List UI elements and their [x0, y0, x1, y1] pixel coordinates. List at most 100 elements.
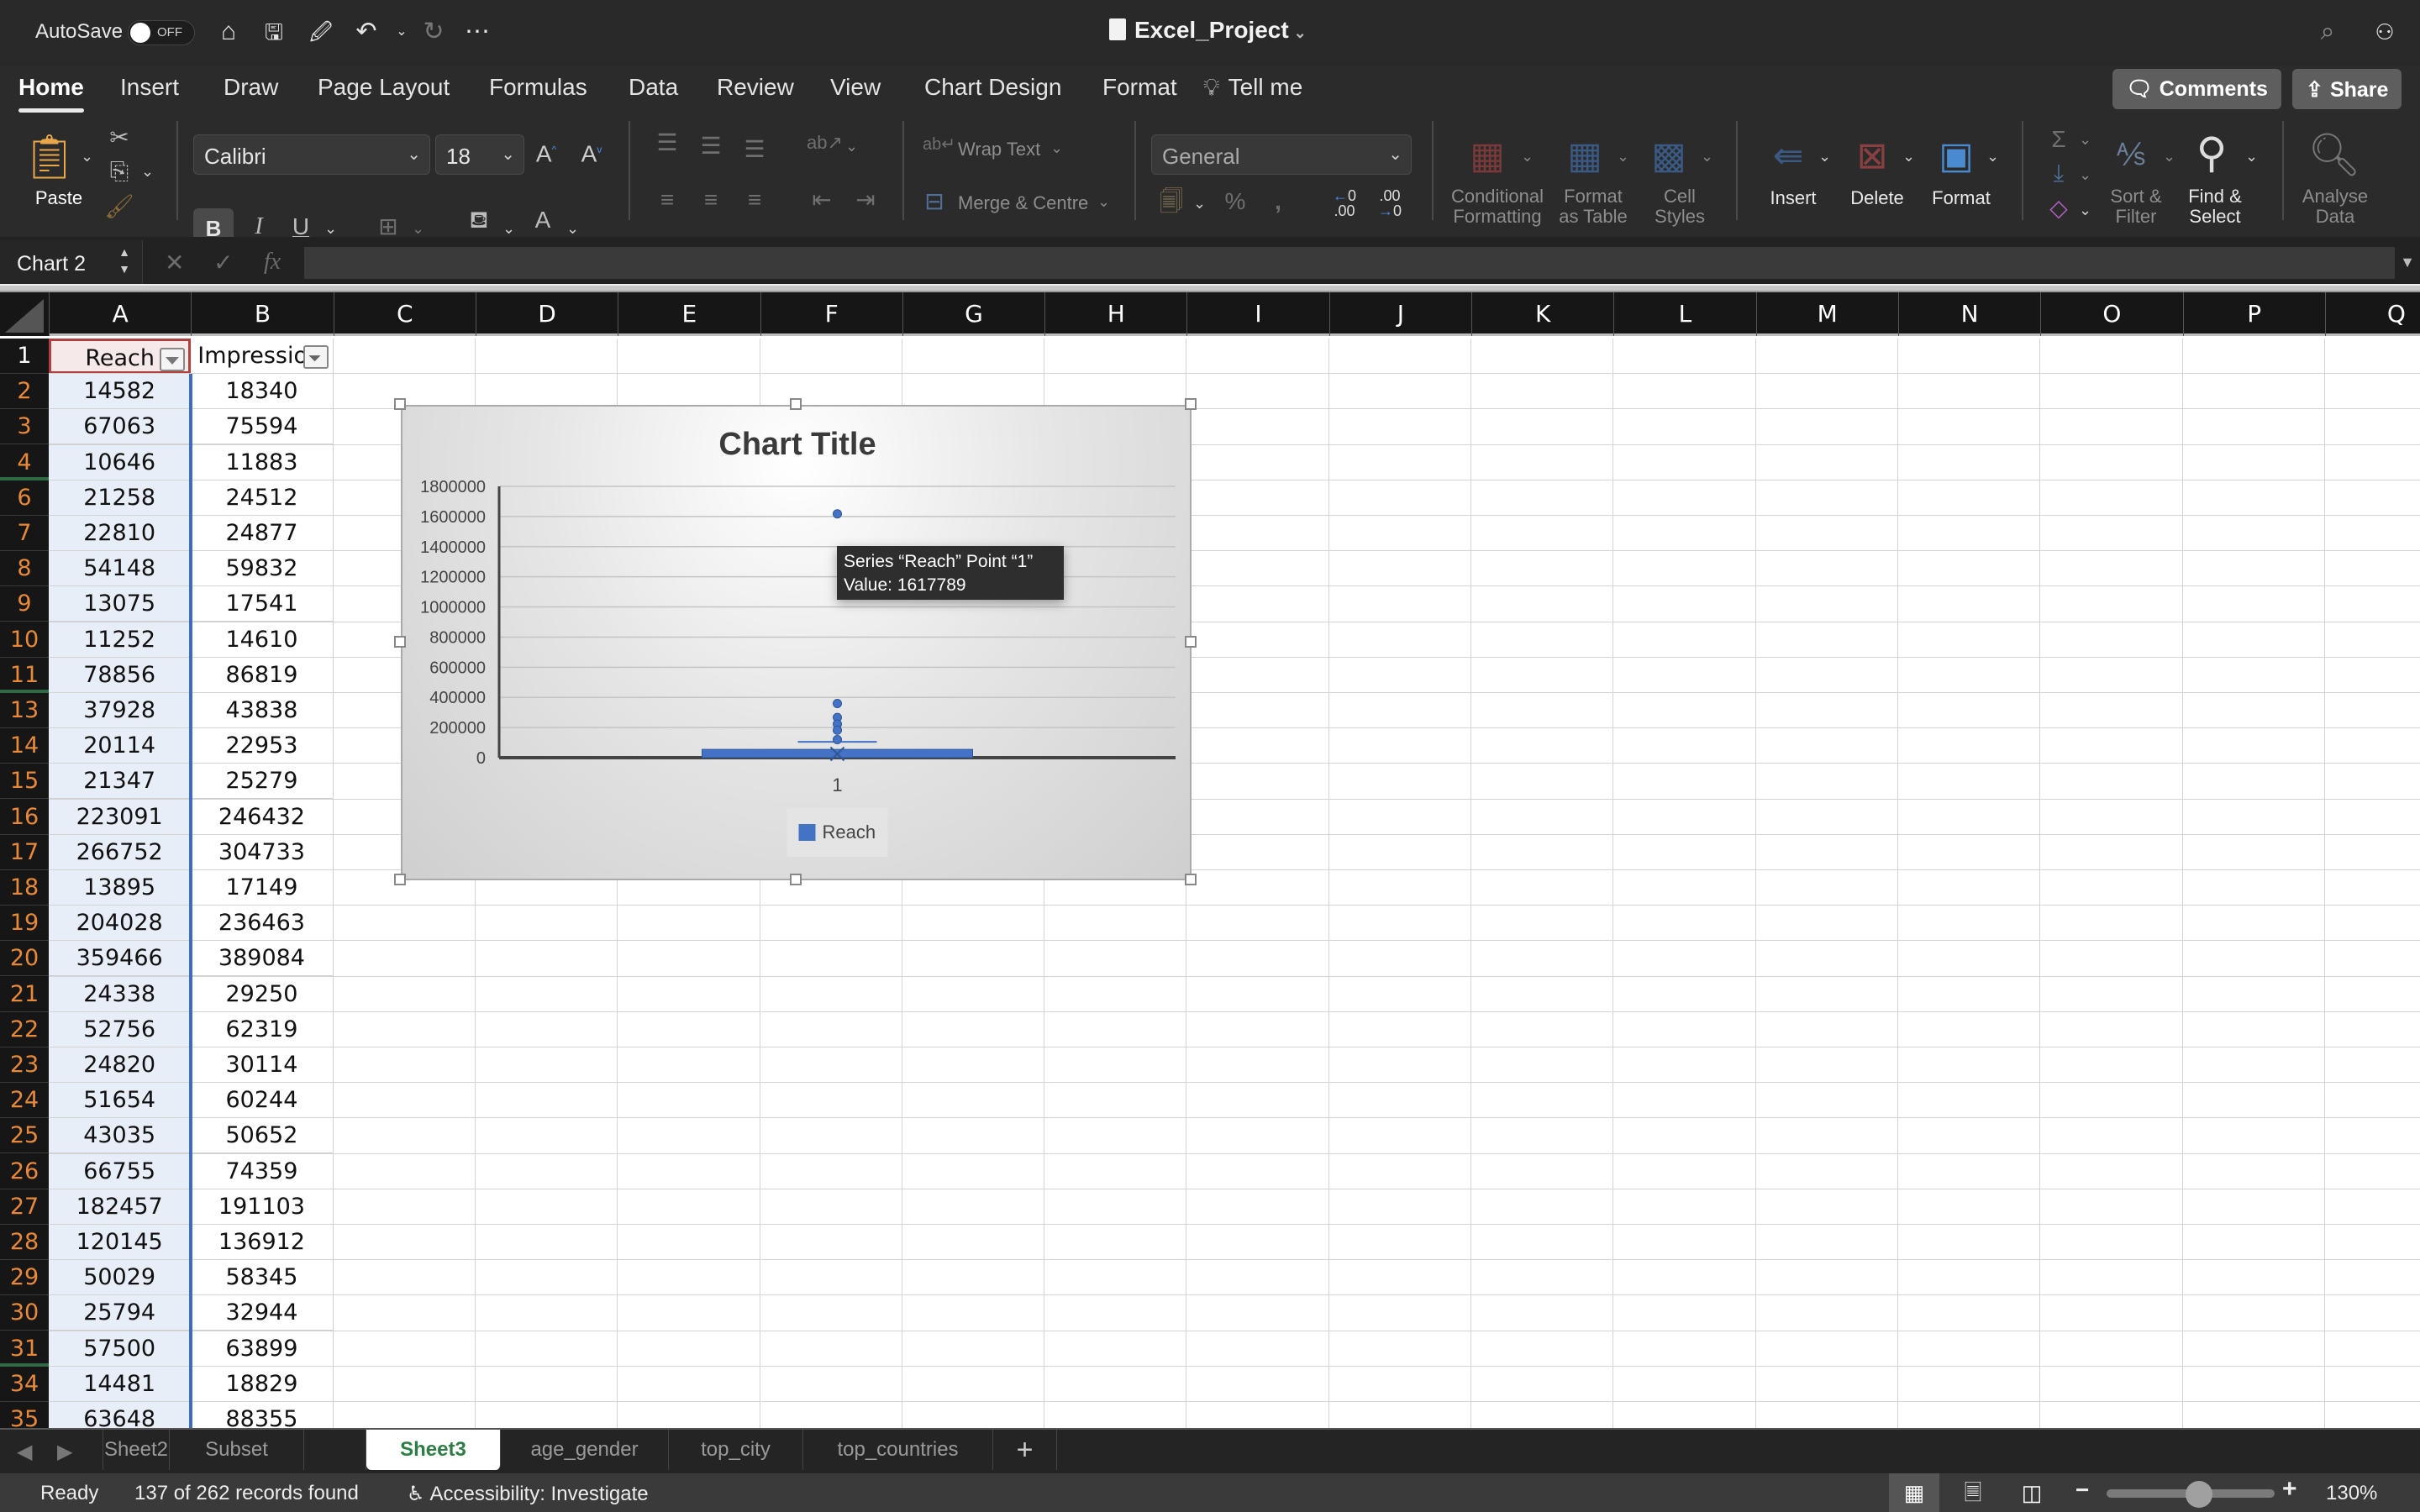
share-button[interactable]: ⇪ Share	[2292, 69, 2402, 109]
cell-impressions[interactable]: 389084	[191, 941, 334, 977]
row-header[interactable]: 35	[0, 1402, 49, 1428]
redo-icon[interactable]: ↻	[418, 17, 449, 47]
cell-impressions[interactable]: 75594	[191, 409, 334, 445]
sheet-tab-sheet3[interactable]: Sheet3	[366, 1430, 501, 1470]
conditional-formatting-dropdown-icon[interactable]: ⌄	[1521, 148, 1534, 165]
cell-reach[interactable]: 66755	[49, 1153, 192, 1189]
cell-reach[interactable]: 11252	[49, 622, 192, 658]
comments-button[interactable]: 🗨︎ Comments	[2112, 69, 2281, 109]
add-sheet-button[interactable]: +	[993, 1430, 1057, 1470]
resize-handle[interactable]	[1185, 874, 1197, 885]
column-header-j[interactable]: J	[1328, 292, 1471, 336]
header-cell-impressions[interactable]: Impression ⏷	[191, 339, 334, 374]
resize-handle[interactable]	[394, 874, 406, 885]
row-header[interactable]: 30	[0, 1295, 49, 1331]
format-as-table-dropdown-icon[interactable]: ⌄	[1617, 148, 1629, 165]
home-icon[interactable]: ⌂	[213, 17, 244, 47]
zoom-slider-knob[interactable]	[2186, 1481, 2212, 1508]
paste-label[interactable]: Paste	[25, 188, 92, 208]
sheet-tab-age-gender[interactable]: age_gender	[501, 1430, 669, 1470]
sheet-tab-top-city[interactable]: top_city	[669, 1430, 803, 1470]
expand-formula-icon[interactable]: ▼	[2400, 254, 2415, 271]
row-header[interactable]: 17	[0, 835, 49, 870]
resize-handle[interactable]	[394, 636, 406, 648]
spreadsheet-grid[interactable]: ABCDEFGHIJKLMNOPQ 1 2 3 4 6 7 8 9 10 11 13 14 15 16 17…	[0, 292, 2420, 1428]
cell-reach[interactable]: 21258	[49, 480, 192, 516]
cell-impressions[interactable]: 236463	[191, 906, 334, 942]
merge-centre-icon[interactable]: ⊟	[921, 188, 948, 215]
column-header-e[interactable]: E	[618, 292, 760, 336]
column-header-k[interactable]: K	[1471, 292, 1613, 336]
save-icon[interactable]: 🖫	[259, 17, 289, 47]
accounting-format-icon[interactable]: 🗐	[1156, 188, 1186, 215]
more-icon[interactable]: ⋯	[462, 17, 492, 47]
cell-reach[interactable]: 78856	[49, 657, 192, 693]
borders-dropdown-icon[interactable]: ⌄	[412, 220, 424, 238]
format-cells-button[interactable]: Format	[1928, 188, 1995, 208]
underline-dropdown-icon[interactable]: ⌄	[324, 220, 337, 238]
font-color-icon[interactable]: A	[528, 207, 558, 245]
cell-reach[interactable]: 182457	[49, 1189, 192, 1225]
comma-style-icon[interactable]: ,	[1265, 188, 1291, 215]
autosave-toggle[interactable]: OFF	[128, 20, 195, 45]
cell-reach[interactable]: 22810	[49, 516, 192, 551]
sort-filter-button[interactable]: Sort & Filter	[2102, 186, 2170, 227]
insert-cells-icon[interactable]: ⇚	[1761, 131, 1815, 181]
row-header[interactable]: 16	[0, 800, 49, 835]
cell-reach[interactable]: 120145	[49, 1225, 192, 1260]
align-right-icon[interactable]: ≡	[739, 186, 770, 213]
cut-icon[interactable]: ✂	[104, 124, 134, 151]
filter-active-button[interactable]: ⏷	[302, 345, 329, 369]
cell-impressions[interactable]: 24512	[191, 480, 334, 516]
formula-bar-divider[interactable]	[0, 284, 2420, 292]
chart-object[interactable]: Chart Title 0 200000 400000 600000 800000 1000…	[401, 405, 1192, 880]
row-header[interactable]: 28	[0, 1225, 49, 1260]
decrease-indent-icon[interactable]: ⇤	[807, 186, 837, 213]
column-header-c[interactable]: C	[333, 292, 476, 336]
cell-reach[interactable]: 24338	[49, 976, 192, 1012]
align-left-icon[interactable]: ≡	[652, 186, 682, 213]
tab-home[interactable]: Home	[18, 74, 84, 113]
row-header[interactable]: 34	[0, 1367, 49, 1402]
tab-chart-design[interactable]: Chart Design	[924, 74, 1061, 101]
format-as-table-icon[interactable]: ▦	[1561, 131, 1608, 181]
undo-dropdown-icon[interactable]: ⌄	[387, 17, 417, 47]
cell-reach[interactable]: 21347	[49, 764, 192, 800]
column-header-d[interactable]: D	[475, 292, 618, 336]
cell-impressions[interactable]: 17541	[191, 586, 334, 622]
row-header[interactable]: 27	[0, 1189, 49, 1225]
column-header-m[interactable]: M	[1755, 292, 1898, 336]
cell-impressions[interactable]: 14610	[191, 622, 334, 658]
column-header-q[interactable]: Q	[2324, 292, 2420, 336]
row-header[interactable]: 3	[0, 409, 49, 445]
cell-reach[interactable]: 223091	[49, 799, 192, 835]
row-header[interactable]: 31	[0, 1331, 49, 1367]
tab-formulas[interactable]: Formulas	[489, 74, 587, 101]
cell-reach[interactable]: 25794	[49, 1295, 192, 1331]
cell-impressions[interactable]: 18340	[191, 374, 334, 410]
cell-impressions[interactable]: 50652	[191, 1118, 334, 1154]
find-select-icon[interactable]: ⚲	[2185, 126, 2238, 180]
autosum-icon[interactable]: Σ	[2044, 126, 2074, 153]
fill-color-icon[interactable]: ⛾	[464, 207, 494, 245]
row-header[interactable]: 11	[0, 658, 49, 693]
page-break-view-button[interactable]: ◫	[2007, 1473, 2057, 1512]
column-header-l[interactable]: L	[1613, 292, 1755, 336]
column-header-i[interactable]: I	[1186, 292, 1328, 336]
column-header-a[interactable]: A	[49, 292, 191, 336]
font-size-select[interactable]: 18 ⌄	[435, 134, 524, 175]
cell-reach[interactable]: 20114	[49, 728, 192, 764]
column-header-f[interactable]: F	[760, 292, 902, 336]
orientation-dropdown-icon[interactable]: ⌄	[845, 138, 858, 155]
cell-impressions[interactable]: 62319	[191, 1011, 334, 1047]
find-select-button[interactable]: Find & Select	[2181, 186, 2249, 227]
tab-page-layout[interactable]: Page Layout	[318, 74, 450, 101]
increase-decimal-icon[interactable]: ←0.00	[1328, 188, 1361, 218]
header-cell-reach[interactable]: Reach	[49, 339, 192, 374]
copy-icon[interactable]: ⎘	[104, 158, 134, 185]
decrease-font-size-icon[interactable]: Av	[576, 136, 607, 167]
formula-input[interactable]	[304, 247, 2395, 279]
cell-impressions[interactable]: 191103	[191, 1189, 334, 1225]
font-color-dropdown-icon[interactable]: ⌄	[566, 220, 579, 238]
cell-reach[interactable]: 14582	[49, 374, 192, 410]
